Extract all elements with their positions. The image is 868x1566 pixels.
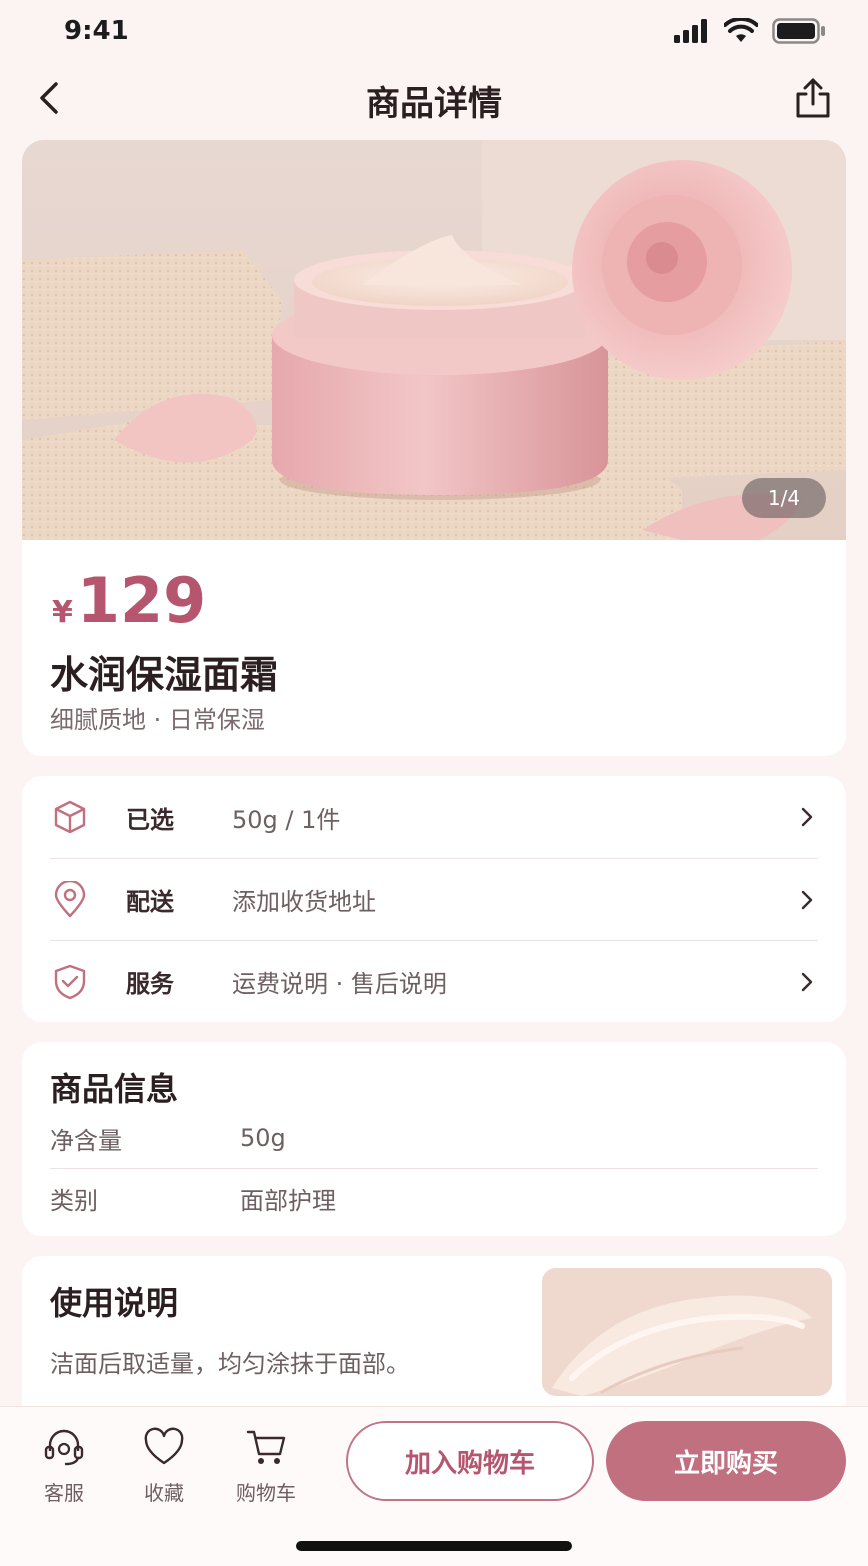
option-label: 服务 (126, 970, 174, 998)
option-row-delivery[interactable]: 配送 添加收货地址 (50, 858, 818, 940)
chevron-right-icon (801, 807, 813, 827)
price: ¥ 129 (52, 564, 206, 637)
chevron-right-icon (801, 972, 813, 991)
signal-icon (674, 19, 707, 43)
option-label: 已选 (126, 805, 174, 834)
bottom-action-bar: 客服 收藏 购物车 加入购物车 立即购买 (0, 1406, 868, 1566)
section-title-usage: 使用说明 (50, 1284, 179, 1322)
chevron-right-icon (801, 890, 813, 909)
home-indicator (296, 1541, 572, 1551)
status-bar: 9:41 (0, 0, 868, 62)
heart-icon (144, 1427, 184, 1465)
bottom-item-label: 收藏 (144, 1481, 184, 1505)
cart-icon (246, 1430, 286, 1464)
product-summary-card: ¥ 129 水润保湿面霜 细腻质地 · 日常保湿 (22, 540, 846, 756)
cart-button[interactable]: 购物车 (226, 1427, 306, 1506)
status-time: 9:41 (64, 16, 129, 46)
option-label: 配送 (126, 888, 174, 916)
add-to-cart-button[interactable]: 加入购物车 (346, 1421, 594, 1501)
info-value: 50g (240, 1124, 286, 1152)
info-row: 净含量 50g (50, 1108, 818, 1168)
info-value: 面部护理 (240, 1187, 336, 1215)
option-value: 添加收货地址 (232, 888, 376, 916)
buy-now-button[interactable]: 立即购买 (606, 1421, 846, 1501)
option-row-selected[interactable]: 已选 50g / 1件 (50, 776, 818, 858)
share-icon[interactable] (792, 76, 834, 120)
info-row: 类别 面部护理 (50, 1168, 818, 1228)
favorite-button[interactable]: 收藏 (124, 1427, 204, 1506)
product-name: 水润保湿面霜 (50, 653, 279, 697)
option-value: 50g / 1件 (232, 805, 341, 834)
usage-card: 使用说明 洁面后取适量，均匀涂抹于面部。 (22, 1256, 846, 1406)
product-image-carousel[interactable]: 1/4 (22, 140, 846, 560)
battery-icon (772, 18, 825, 44)
section-title-info: 商品信息 (50, 1070, 179, 1108)
bottom-item-label: 客服 (44, 1481, 84, 1505)
bottom-item-label: 购物车 (236, 1481, 296, 1505)
info-label: 类别 (50, 1187, 98, 1215)
headset-icon (44, 1429, 84, 1466)
currency-symbol: ¥ (52, 595, 73, 630)
nav-bar: 商品详情 (0, 62, 868, 136)
usage-text: 洁面后取适量，均匀涂抹于面部。 (50, 1350, 410, 1378)
location-pin-icon (50, 880, 90, 920)
option-row-service[interactable]: 服务 运费说明 · 售后说明 (50, 940, 818, 1022)
product-subtitle: 细腻质地 · 日常保湿 (50, 706, 265, 734)
page-title: 商品详情 (366, 84, 502, 124)
box-icon (50, 797, 90, 837)
customer-service-button[interactable]: 客服 (24, 1427, 104, 1506)
status-icons (674, 18, 826, 44)
info-label: 净含量 (50, 1126, 122, 1155)
shield-check-icon (50, 962, 90, 1002)
cream-texture-image (542, 1268, 832, 1396)
wifi-icon (724, 18, 758, 42)
image-counter: 1/4 (742, 478, 826, 518)
product-info-card: 商品信息 净含量 50g 类别 面部护理 (22, 1042, 846, 1236)
option-value: 运费说明 · 售后说明 (232, 970, 447, 998)
product-photo (22, 140, 846, 560)
options-card: 已选 50g / 1件 配送 添加收货地址 服务 运费说明 · 售后说明 (22, 776, 846, 1022)
price-value: 129 (76, 564, 207, 637)
